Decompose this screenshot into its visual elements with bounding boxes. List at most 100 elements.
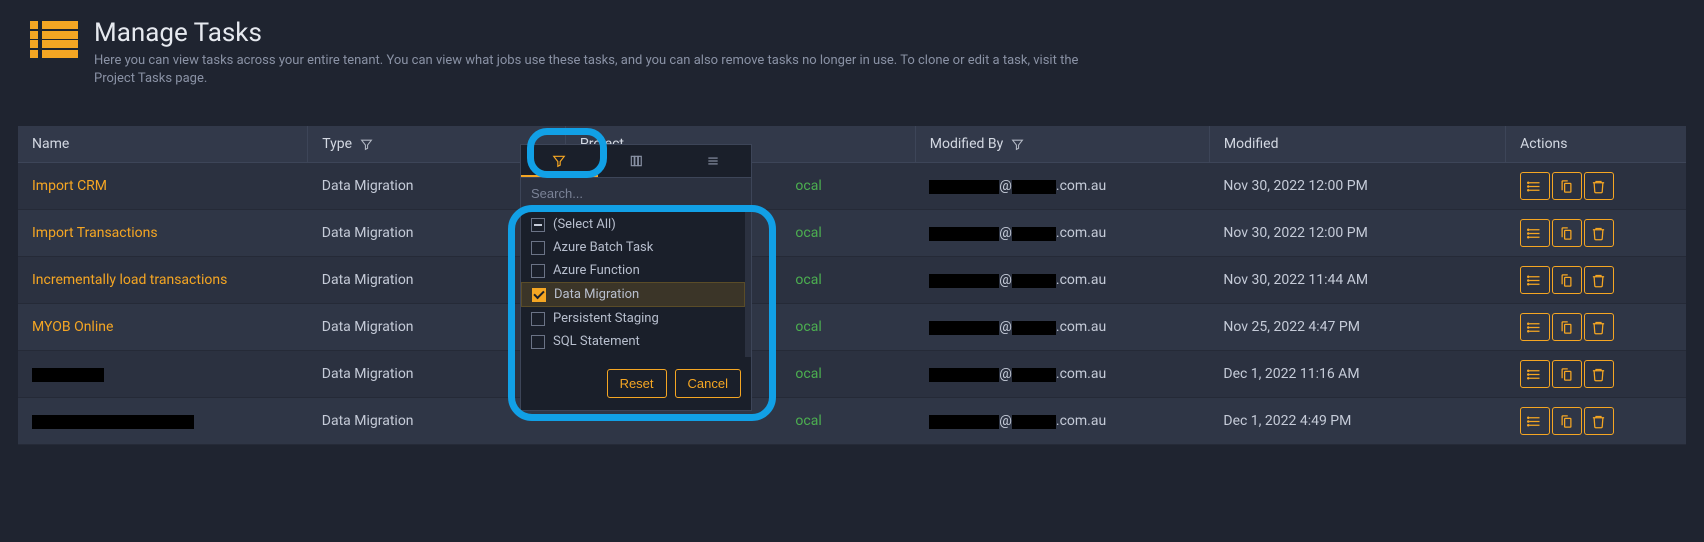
filter-option-label: Azure Batch Task xyxy=(553,240,653,255)
modified-cell: Dec 1, 2022 4:49 PM xyxy=(1209,398,1505,445)
list-icon xyxy=(1527,273,1542,288)
actions-cell xyxy=(1506,351,1686,398)
filter-option-label: Persistent Staging xyxy=(553,311,659,326)
list-icon xyxy=(1527,179,1542,194)
redacted-text xyxy=(929,274,999,288)
redacted-text xyxy=(1012,415,1056,429)
modified-by-domain: .com.au xyxy=(1056,178,1106,194)
modified-cell: Nov 25, 2022 4:47 PM xyxy=(1209,304,1505,351)
view-details-button[interactable] xyxy=(1520,407,1550,435)
filter-tab-menu[interactable] xyxy=(674,145,751,177)
redacted-text xyxy=(1012,180,1056,194)
copy-icon xyxy=(1559,179,1574,194)
col-header-name[interactable]: Name xyxy=(18,126,308,163)
project-badge: ocal xyxy=(795,413,821,429)
filter-option-label: Data Migration xyxy=(554,287,639,302)
filter-option[interactable]: Azure Batch Task xyxy=(521,236,745,259)
view-details-button[interactable] xyxy=(1520,360,1550,388)
modified-by-at: @ xyxy=(999,319,1012,335)
clone-button[interactable] xyxy=(1552,219,1582,247)
delete-button[interactable] xyxy=(1584,219,1614,247)
delete-button[interactable] xyxy=(1584,407,1614,435)
filter-option[interactable]: Azure Function xyxy=(521,259,745,282)
view-details-button[interactable] xyxy=(1520,266,1550,294)
table-row: Incrementally load transactions Data Migr… xyxy=(18,257,1686,304)
task-name-link[interactable]: Incrementally load transactions xyxy=(32,272,227,288)
modified-by-at: @ xyxy=(999,178,1012,194)
modified-by-domain: .com.au xyxy=(1056,413,1106,429)
checkbox[interactable] xyxy=(531,264,545,278)
actions-cell xyxy=(1506,163,1686,210)
list-icon xyxy=(1527,367,1542,382)
clone-button[interactable] xyxy=(1552,360,1582,388)
trash-icon xyxy=(1591,273,1606,288)
task-name-cell: Import Transactions xyxy=(18,210,308,257)
modified-by-domain: .com.au xyxy=(1056,272,1106,288)
filter-cancel-button[interactable]: Cancel xyxy=(675,369,741,398)
checkbox[interactable] xyxy=(531,241,545,255)
table-row: MYOB OnlineData Migrationocal@.com.auNov… xyxy=(18,304,1686,351)
delete-button[interactable] xyxy=(1584,360,1614,388)
modified-by-cell: @.com.au xyxy=(915,351,1209,398)
filter-option[interactable]: SQL Statement xyxy=(521,330,745,353)
list-icon xyxy=(1527,226,1542,241)
checkbox[interactable] xyxy=(532,288,546,302)
task-name-link[interactable]: Import CRM xyxy=(32,178,107,194)
page-subtitle: Here you can view tasks across your enti… xyxy=(94,52,1094,88)
view-details-button[interactable] xyxy=(1520,219,1550,247)
filter-tab-values[interactable] xyxy=(521,145,598,177)
trash-icon xyxy=(1591,414,1606,429)
modified-by-at: @ xyxy=(999,413,1012,429)
clone-button[interactable] xyxy=(1552,313,1582,341)
copy-icon xyxy=(1559,273,1574,288)
col-header-modified[interactable]: Modified xyxy=(1209,126,1505,163)
delete-button[interactable] xyxy=(1584,172,1614,200)
filter-reset-button[interactable]: Reset xyxy=(607,369,667,398)
table-row: Import TransactionsData Migrationocal@.c… xyxy=(18,210,1686,257)
project-badge: ocal xyxy=(795,272,821,288)
filter-search-input[interactable] xyxy=(521,178,751,209)
filter-tab-columns[interactable] xyxy=(598,145,675,177)
modified-by-domain: .com.au xyxy=(1056,319,1106,335)
delete-button[interactable] xyxy=(1584,313,1614,341)
filter-option[interactable]: (Select All) xyxy=(521,213,745,236)
list-icon xyxy=(30,18,78,58)
task-name-link[interactable]: MYOB Online xyxy=(32,319,113,335)
modified-by-cell: @ .com.au xyxy=(915,163,1209,210)
list-icon xyxy=(1527,320,1542,335)
filter-option[interactable]: Data Migration xyxy=(521,282,745,307)
checkbox[interactable] xyxy=(531,335,545,349)
table-row: Import CRMData Migrationocal@.com.auNov … xyxy=(18,163,1686,210)
modified-by-at: @ xyxy=(999,366,1012,382)
task-name-link[interactable]: Import Transactions xyxy=(32,225,158,241)
redacted-text xyxy=(929,227,999,241)
redacted-text xyxy=(929,415,999,429)
delete-button[interactable] xyxy=(1584,266,1614,294)
modified-by-at: @ xyxy=(999,272,1012,288)
col-header-modified-by[interactable]: Modified By xyxy=(915,126,1209,163)
table-row: Data Migrationocal@.com.auDec 1, 2022 11… xyxy=(18,351,1686,398)
copy-icon xyxy=(1559,226,1574,241)
checkbox[interactable] xyxy=(531,218,545,232)
col-header-label: Name xyxy=(32,136,69,152)
redacted-text xyxy=(32,368,104,382)
modified-by-domain: .com.au xyxy=(1056,225,1106,241)
checkbox[interactable] xyxy=(531,312,545,326)
task-name-cell: Incrementally load transactions xyxy=(18,257,308,304)
clone-button[interactable] xyxy=(1552,407,1582,435)
project-badge: ocal xyxy=(795,319,821,335)
redacted-text xyxy=(929,321,999,335)
col-header-label: Actions xyxy=(1520,136,1567,152)
filter-icon xyxy=(360,138,373,151)
clone-button[interactable] xyxy=(1552,266,1582,294)
modified-by-cell: @ .com.au xyxy=(915,398,1209,445)
table-row: Data Migrationocal@.com.auDec 1, 2022 4:… xyxy=(18,398,1686,445)
modified-cell: Nov 30, 2022 11:44 AM xyxy=(1209,257,1505,304)
filter-option[interactable]: Persistent Staging xyxy=(521,307,745,330)
task-name-cell xyxy=(18,351,308,398)
project-badge: ocal xyxy=(795,366,821,382)
clone-button[interactable] xyxy=(1552,172,1582,200)
view-details-button[interactable] xyxy=(1520,313,1550,341)
view-details-button[interactable] xyxy=(1520,172,1550,200)
redacted-text xyxy=(1012,227,1056,241)
